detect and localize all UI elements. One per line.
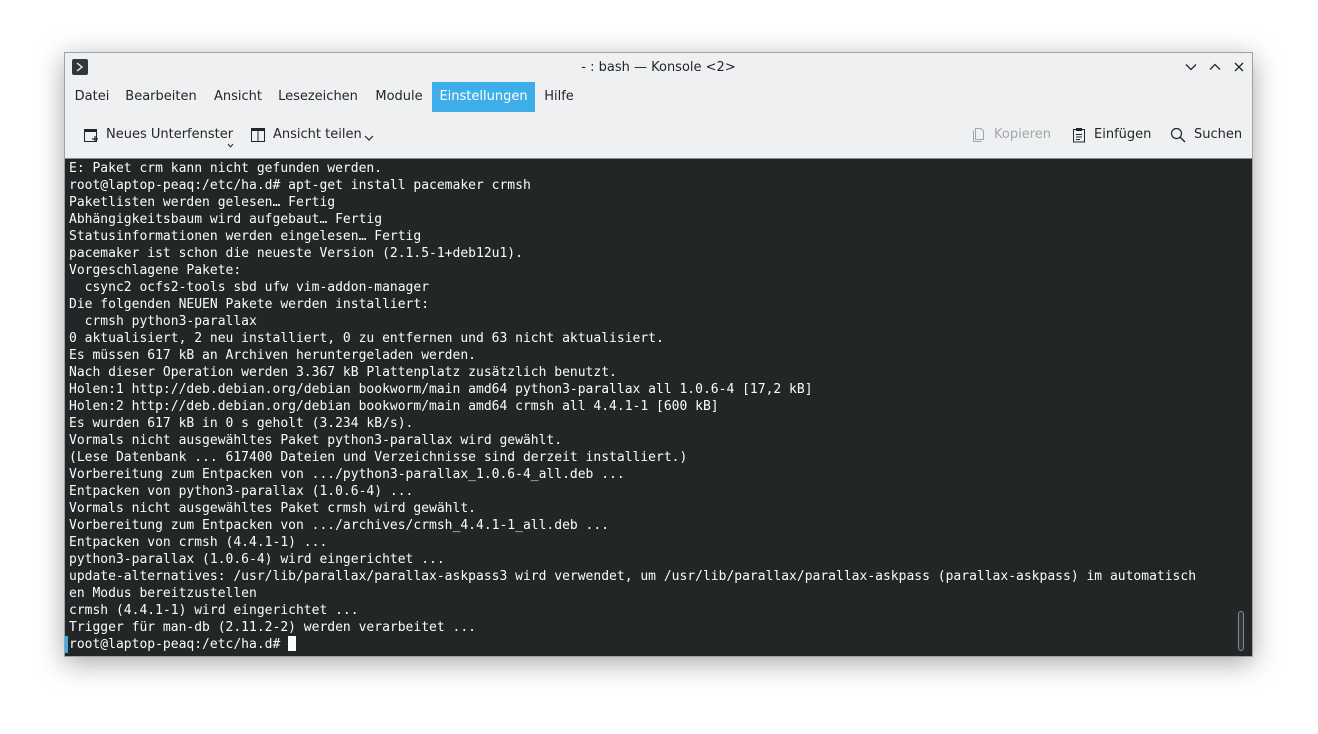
paste-button[interactable]: Einfügen (1071, 112, 1156, 158)
split-view-label: Ansicht teilen (273, 127, 362, 142)
menu-ansicht[interactable]: Ansicht (208, 82, 268, 112)
terminal-line: Es wurden 617 kB in 0 s geholt (3.234 kB… (69, 415, 1232, 432)
terminal-line-text: E: Paket crm kann nicht gefunden werden. (69, 161, 383, 176)
text-cursor (288, 636, 297, 651)
terminal-line-text: crmsh python3-parallax (69, 314, 257, 329)
menu-hilfe[interactable]: Hilfe (536, 82, 582, 112)
new-tab-button[interactable]: Neues Unterfenster (81, 112, 237, 158)
terminal-line: crmsh (4.4.1-1) wird eingerichtet ... (69, 602, 1232, 619)
maximize-button[interactable] (1206, 58, 1224, 76)
terminal-line-text: 0 aktualisiert, 2 neu installiert, 0 zu … (69, 331, 664, 346)
terminal-line: Statusinformationen werden eingelesen… F… (69, 228, 1232, 245)
split-view-button[interactable]: Ansicht teilen (248, 112, 378, 158)
terminal-line-text: pacemaker ist schon die neueste Version … (69, 246, 523, 261)
terminal-line: Abhängigkeitsbaum wird aufgebaut… Fertig (69, 211, 1232, 228)
terminal-line-text: Holen:1 http://deb.debian.org/debian boo… (69, 382, 813, 397)
terminal-line: Nach dieser Operation werden 3.367 kB Pl… (69, 364, 1232, 381)
window-title: - : bash — Konsole <2> (581, 60, 736, 75)
dropdown-arrow-icon (227, 138, 234, 153)
terminal-line-text: crmsh (4.4.1-1) wird eingerichtet ... (69, 603, 359, 618)
title-bar[interactable]: - : bash — Konsole <2> (65, 53, 1252, 82)
terminal-line-text: Vormals nicht ausgewähltes Paket crmsh w… (69, 501, 476, 516)
terminal-line-text: Vorbereitung zum Entpacken von .../archi… (69, 518, 610, 533)
terminal-line-text: python3-parallax (1.0.6-4) wird eingeric… (69, 552, 445, 567)
terminal-line-text: Es wurden 617 kB in 0 s geholt (3.234 kB… (69, 416, 414, 431)
main-toolbar: Neues Unterfenster Ansicht teilen Kopier… (65, 112, 1252, 158)
terminal-line: Es müssen 617 kB an Archiven heruntergel… (69, 347, 1232, 364)
terminal-line-text: (Lese Datenbank ... 617400 Dateien und V… (69, 450, 688, 465)
copy-icon (970, 127, 986, 143)
menu-module[interactable]: Module (368, 82, 430, 112)
terminal-line-text: Nach dieser Operation werden 3.367 kB Pl… (69, 365, 617, 380)
terminal-line: Vormals nicht ausgewähltes Paket crmsh w… (69, 500, 1232, 517)
terminal-line: Holen:1 http://deb.debian.org/debian boo… (69, 381, 1232, 398)
terminal-line-text: Vorgeschlagene Pakete: (69, 263, 242, 278)
close-button[interactable] (1230, 58, 1248, 76)
terminal-line: Paketlisten werden gelesen… Fertig (69, 194, 1232, 211)
terminal-line-text: Holen:2 http://deb.debian.org/debian boo… (69, 399, 719, 414)
chevron-down-icon (364, 131, 374, 146)
terminal-line-text: Die folgenden NEUEN Pakete werden instal… (69, 297, 430, 312)
menu-bar: Datei Bearbeiten Ansicht Lesezeichen Mod… (65, 82, 1252, 112)
terminal-line: python3-parallax (1.0.6-4) wird eingeric… (69, 551, 1232, 568)
terminal-line: Trigger für man-db (2.11.2-2) werden ver… (69, 619, 1232, 636)
chevron-up-icon (1206, 58, 1224, 76)
minimize-button[interactable] (1182, 58, 1200, 76)
terminal-line: update-alternatives: /usr/lib/parallax/p… (69, 568, 1232, 585)
terminal-line: Die folgenden NEUEN Pakete werden instal… (69, 296, 1232, 313)
new-tab-label: Neues Unterfenster (106, 127, 234, 142)
current-line-marker (65, 636, 68, 653)
terminal-view[interactable]: E: Paket crm kann nicht gefunden werden.… (65, 158, 1252, 656)
terminal-line-text: root@laptop-peaq:/etc/ha.d# apt-get inst… (69, 178, 531, 193)
terminal-line: Vorgeschlagene Pakete: (69, 262, 1232, 279)
terminal-line: crmsh python3-parallax (69, 313, 1232, 330)
terminal-line-text: Vormals nicht ausgewähltes Paket python3… (69, 433, 563, 448)
terminal-line: Vormals nicht ausgewähltes Paket python3… (69, 432, 1232, 449)
terminal-line-text: Entpacken von python3-parallax (1.0.6-4)… (69, 484, 414, 499)
terminal-line: pacemaker ist schon die neueste Version … (69, 245, 1232, 262)
menu-lesezeichen[interactable]: Lesezeichen (273, 82, 363, 112)
menu-datei[interactable]: Datei (67, 82, 117, 112)
terminal-line-text: Abhängigkeitsbaum wird aufgebaut… Fertig (69, 212, 383, 227)
terminal-line-text: update-alternatives: /usr/lib/parallax/p… (69, 569, 1197, 584)
terminal-line: root@laptop-peaq:/etc/ha.d# apt-get inst… (69, 177, 1232, 194)
terminal-line-text: Entpacken von crmsh (4.4.1-1) ... (69, 535, 328, 550)
terminal-line: Holen:2 http://deb.debian.org/debian boo… (69, 398, 1232, 415)
find-label: Suchen (1194, 127, 1243, 142)
terminal-line: Entpacken von crmsh (4.4.1-1) ... (69, 534, 1232, 551)
close-icon (1230, 58, 1248, 76)
konsole-window: - : bash — Konsole <2> Datei Bearbeiten … (64, 52, 1253, 657)
terminal-line-text: Statusinformationen werden eingelesen… F… (69, 229, 422, 244)
new-tab-icon (83, 127, 99, 143)
copy-label: Kopieren (994, 127, 1051, 142)
terminal-line: 0 aktualisiert, 2 neu installiert, 0 zu … (69, 330, 1232, 347)
chevron-down-icon (1182, 58, 1200, 76)
paste-icon (1071, 127, 1087, 143)
terminal-line-text: Trigger für man-db (2.11.2-2) werden ver… (69, 620, 476, 635)
terminal-line-text: Paketlisten werden gelesen… Fertig (69, 195, 336, 210)
copy-button[interactable]: Kopieren (970, 112, 1055, 158)
find-button[interactable]: Suchen (1170, 112, 1245, 158)
terminal-line: en Modus bereitzustellen (69, 585, 1232, 602)
search-icon (1170, 127, 1186, 143)
terminal-line: root@laptop-peaq:/etc/ha.d# (69, 636, 1232, 653)
menu-bearbeiten[interactable]: Bearbeiten (121, 82, 201, 112)
terminal-line-text: Es müssen 617 kB an Archiven heruntergel… (69, 348, 476, 363)
split-view-icon (250, 127, 266, 143)
terminal-line: Entpacken von python3-parallax (1.0.6-4)… (69, 483, 1232, 500)
terminal-line-text: en Modus bereitzustellen (69, 586, 257, 601)
terminal-line: Vorbereitung zum Entpacken von .../archi… (69, 517, 1232, 534)
terminal-line: E: Paket crm kann nicht gefunden werden. (69, 160, 1232, 177)
terminal-line-text: Vorbereitung zum Entpacken von .../pytho… (69, 467, 625, 482)
terminal-line: Vorbereitung zum Entpacken von .../pytho… (69, 466, 1232, 483)
paste-label: Einfügen (1094, 127, 1152, 142)
terminal-line: (Lese Datenbank ... 617400 Dateien und V… (69, 449, 1232, 466)
terminal-line: csync2 ocfs2-tools sbd ufw vim-addon-man… (69, 279, 1232, 296)
terminal-line-text: root@laptop-peaq:/etc/ha.d# (69, 637, 289, 652)
terminal-output: E: Paket crm kann nicht gefunden werden.… (69, 160, 1232, 653)
scrollbar-handle[interactable] (1238, 611, 1244, 651)
terminal-line-text: csync2 ocfs2-tools sbd ufw vim-addon-man… (69, 280, 430, 295)
menu-einstellungen[interactable]: Einstellungen (432, 82, 535, 112)
